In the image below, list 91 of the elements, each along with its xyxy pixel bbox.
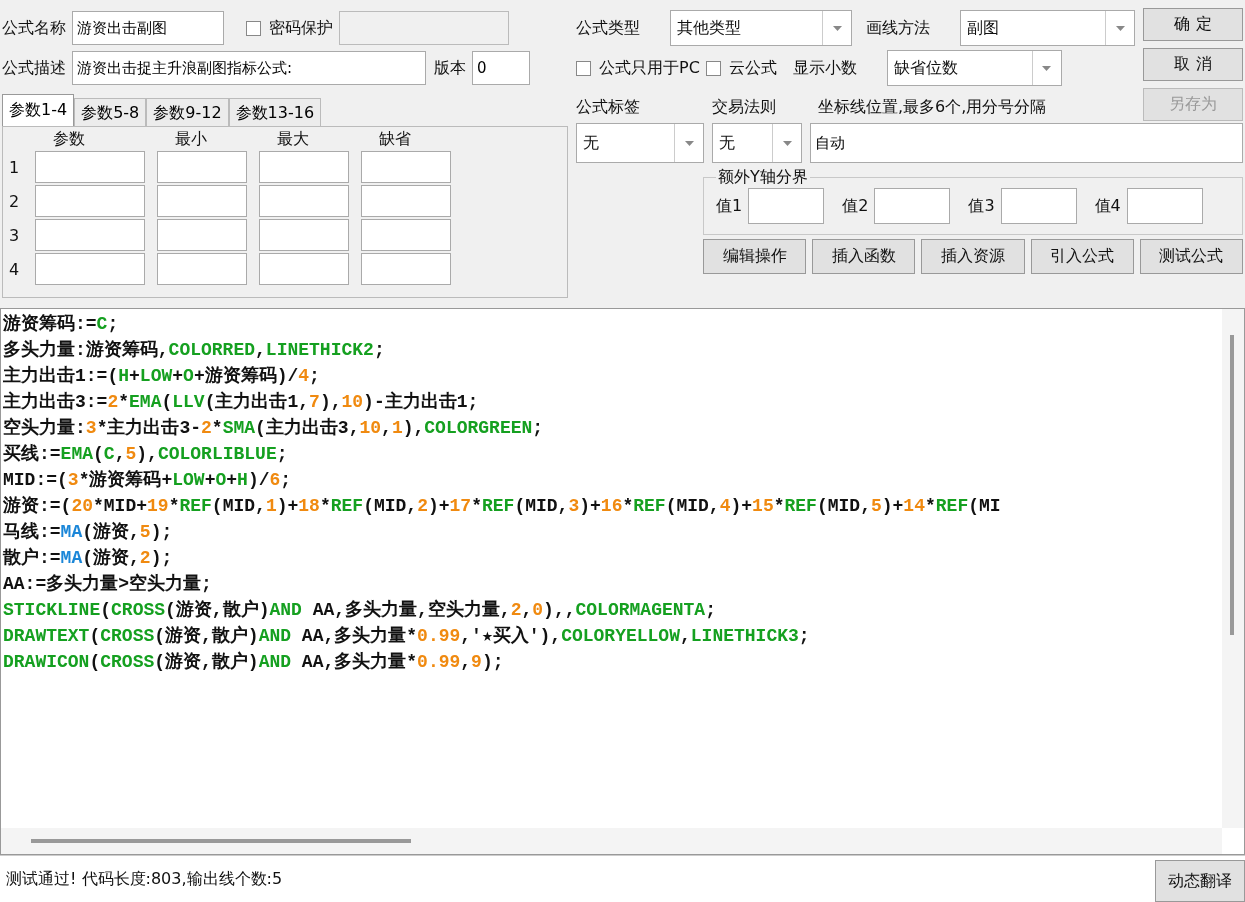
row-number: 2 — [9, 191, 21, 211]
action-button[interactable]: 编辑操作 — [703, 239, 807, 274]
code-line: AA:=多头力量>空头力量; — [3, 572, 212, 596]
field-label: 坐标线位置,最多6个,用分号分隔 — [818, 97, 1047, 118]
field-label: 版本 — [434, 57, 466, 79]
column-header: 最大 — [276, 129, 310, 149]
field-label: 值3 — [968, 195, 995, 217]
code-line: 空头力量:3*主力出击3-2*SMA(主力出击3,10,1),COLORGREEN; — [3, 416, 544, 440]
description-field[interactable]: 游资出击捉主升浪副图指标公式: — [72, 51, 426, 85]
column-header: 参数 — [52, 129, 86, 149]
action-button[interactable]: 插入函数 — [812, 239, 916, 274]
action-button[interactable]: 引入公式 — [1030, 239, 1134, 274]
code-line: MID:=(3*游资筹码+LOW+O+H)/6; — [3, 469, 292, 492]
axis-field[interactable]: 自动 — [810, 123, 1243, 163]
code-line: 马线:=MA(游资,5); — [3, 521, 173, 544]
code-line: 散户:=MA(游资,2); — [3, 546, 173, 570]
caret-icon — [782, 140, 792, 146]
value-field[interactable] — [1000, 188, 1077, 224]
dropdown[interactable]: 缺省位数 — [886, 50, 1062, 86]
dialog-button[interactable]: 确 定 — [1143, 8, 1243, 41]
parameter-field[interactable] — [259, 151, 349, 183]
dropdown[interactable]: 副图 — [960, 10, 1135, 46]
vertical-scrollbar[interactable] — [1222, 309, 1244, 828]
row-number: 1 — [9, 157, 21, 177]
name-field[interactable]: 游资出击副图 — [72, 11, 224, 45]
parameter-field[interactable] — [157, 185, 247, 217]
value-field[interactable] — [1126, 188, 1203, 224]
code-line: STICKLINE(CROSS(游资,散户)AND AA,多头力量,空头力量,2,0),,COLORMAGENTA; — [3, 598, 716, 622]
field-label: 公式名称 — [2, 17, 66, 39]
code-line: 游资筹码:=C; — [3, 313, 119, 336]
row-number: 4 — [9, 259, 21, 279]
checkbox[interactable]: 密码保护 — [246, 17, 333, 39]
field-label: 显示小数 — [792, 57, 858, 79]
parameter-field[interactable] — [35, 253, 145, 285]
checkbox[interactable]: 云公式 — [705, 57, 777, 79]
action-button[interactable]: 插入资源 — [921, 239, 1025, 274]
version-field[interactable]: 0 — [472, 51, 530, 85]
caret-icon — [1042, 65, 1052, 71]
code-line: 主力出击3:=2*EMA(LLV(主力出击1,7),10)-主力出击1; — [3, 390, 479, 414]
parameter-field[interactable] — [157, 219, 247, 251]
dropdown[interactable]: 其他类型 — [670, 10, 852, 46]
code-line: 买线:=EMA(C,5),COLORLIBLUE; — [3, 443, 288, 466]
parameter-field[interactable] — [259, 219, 349, 251]
code-line: DRAWTEXT(CROSS(游资,散户)AND AA,多头力量*0.99,'★买入'),COLORYELLOW,LINETHICK3; — [3, 624, 810, 648]
field-label: 公式类型 — [576, 17, 641, 39]
field-label: 公式描述 — [2, 57, 66, 79]
code-line: 多头力量:游资筹码,COLORRED,LINETHICK2; — [3, 338, 385, 362]
parameter-field[interactable] — [361, 253, 451, 285]
row-number: 3 — [9, 225, 21, 245]
tab[interactable]: 参数5-8 — [74, 98, 147, 126]
parameter-field[interactable] — [361, 219, 451, 251]
column-header: 最小 — [174, 129, 208, 149]
field-label: 交易法则 — [712, 97, 777, 118]
parameter-field[interactable] — [259, 253, 349, 285]
tab[interactable]: 参数13-16 — [228, 98, 322, 126]
field-label: 值1 — [716, 195, 743, 217]
parameter-field[interactable] — [361, 185, 451, 217]
parameter-field[interactable] — [35, 151, 145, 183]
scroll-thumb[interactable] — [1230, 335, 1234, 635]
horizontal-scrollbar[interactable] — [1, 828, 1222, 854]
checkbox[interactable]: 公式只用于PC — [576, 57, 700, 79]
action-button[interactable]: 测试公式 — [1139, 239, 1243, 274]
field-label: 值2 — [842, 195, 869, 217]
column-header: 缺省 — [378, 129, 412, 149]
caret-icon — [684, 140, 694, 146]
field-label: 画线方法 — [866, 17, 931, 39]
group-title: 额外Y轴分界 — [717, 167, 809, 188]
tab[interactable]: 参数1-4 — [2, 94, 75, 126]
dialog-button[interactable]: 取 消 — [1143, 48, 1243, 81]
code-line: DRAWICON(CROSS(游资,散户)AND AA,多头力量*0.99,9); — [3, 650, 504, 674]
parameter-field[interactable] — [157, 253, 247, 285]
dropdown[interactable]: 无 — [712, 123, 802, 163]
value-field[interactable] — [748, 188, 825, 224]
parameter-field[interactable] — [157, 151, 247, 183]
caret-icon — [832, 25, 842, 31]
translate-button[interactable]: 动态翻译 — [1155, 860, 1245, 902]
code-editor[interactable] — [0, 308, 1245, 855]
value-field[interactable] — [874, 188, 951, 224]
tab[interactable]: 参数9-12 — [146, 98, 229, 126]
code-line: 主力出击1:=(H+LOW+O+游资筹码)/4; — [3, 364, 320, 388]
field-label: 值4 — [1094, 195, 1121, 217]
caret-icon — [1115, 25, 1125, 31]
field-label: 公式标签 — [576, 97, 641, 118]
parameter-field[interactable] — [35, 185, 145, 217]
dropdown[interactable]: 无 — [576, 123, 704, 163]
parameter-field[interactable] — [35, 219, 145, 251]
status-message: 测试通过! 代码长度:803,输出线个数:5 — [6, 868, 283, 890]
parameter-field[interactable] — [259, 185, 349, 217]
scroll-thumb[interactable] — [31, 839, 411, 843]
parameter-field[interactable] — [361, 151, 451, 183]
code-line: 游资:=(20*MID+19*REF(MID,1)+18*REF(MID,2)+17*REF(MID,3)+16*REF(MID,4)+15*REF(MID,5)+14*REF(MI — [3, 495, 1001, 518]
